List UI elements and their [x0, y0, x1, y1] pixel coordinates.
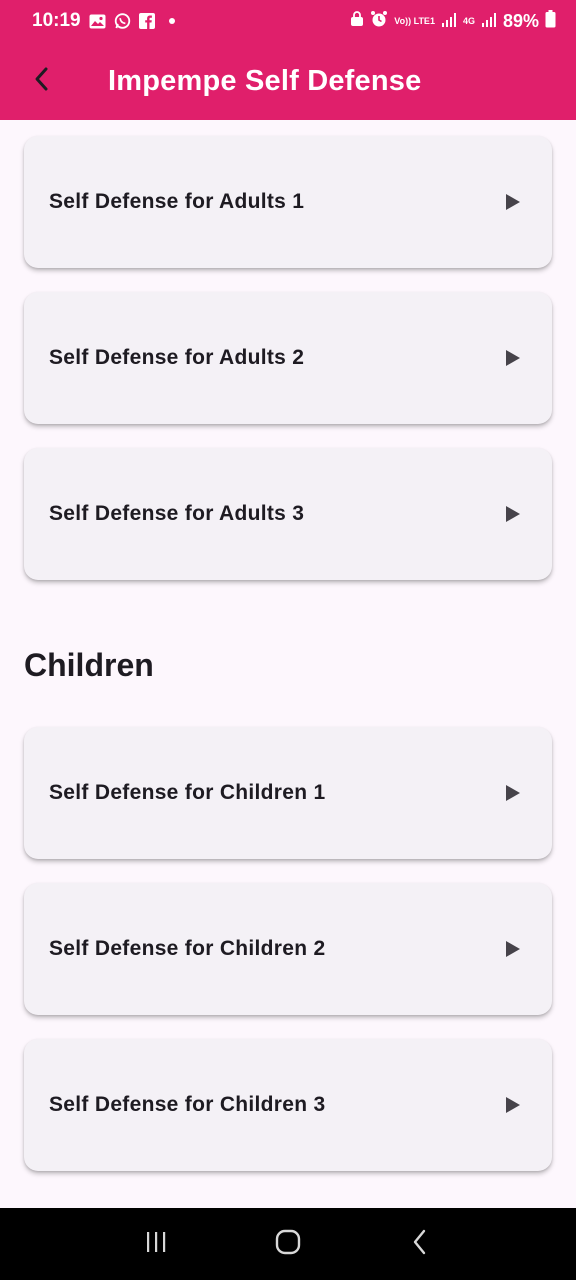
home-button[interactable] [258, 1214, 318, 1274]
battery-icon [545, 9, 556, 33]
battery-percentage: 89% [502, 10, 539, 31]
volte-label: Vo)) LTE1 [394, 15, 435, 26]
status-left: 10:19 [32, 10, 181, 32]
status-bar: 10:19 Vo)) LTE1 4G 89% [0, 0, 576, 42]
list-item[interactable]: Self Defense for Adults 2 [24, 292, 552, 424]
back-button[interactable] [0, 42, 84, 120]
status-right: Vo)) LTE1 4G 89% [350, 9, 556, 33]
list-item-label: Self Defense for Children 1 [49, 781, 326, 804]
list-item-label: Self Defense for Children 2 [49, 937, 326, 960]
back-icon [411, 1228, 429, 1261]
dot-icon [164, 13, 181, 30]
alarm-icon [370, 10, 388, 33]
status-time: 10:19 [32, 10, 81, 31]
section-heading-children: Children [24, 647, 154, 683]
play-icon [504, 193, 522, 211]
list-item[interactable]: Self Defense for Adults 1 [24, 136, 552, 268]
list-item-label: Self Defense for Adults 1 [49, 190, 305, 213]
facebook-icon [139, 13, 156, 30]
recent-apps-icon [144, 1230, 168, 1259]
whatsapp-icon [114, 13, 131, 30]
list-item[interactable]: Self Defense for Children 1 [24, 727, 552, 859]
signal-icon [441, 11, 457, 32]
network-type-label: 4G [462, 15, 475, 26]
list-item-label: Self Defense for Adults 3 [49, 502, 305, 525]
content-list[interactable]: Self Defense for Adults 1 Self Defense f… [0, 120, 576, 1208]
app-bar: Impempe Self Defense [0, 42, 576, 120]
page-title: Impempe Self Defense [108, 64, 422, 97]
list-item-label: Self Defense for Adults 2 [49, 346, 305, 369]
back-arrow-icon [32, 65, 52, 98]
recent-apps-button[interactable] [126, 1214, 186, 1274]
list-item-label: Self Defense for Children 3 [49, 1093, 326, 1116]
play-icon [504, 940, 522, 958]
list-item[interactable]: Self Defense for Adults 3 [24, 448, 552, 580]
home-icon [275, 1229, 301, 1260]
play-icon [504, 349, 522, 367]
list-item[interactable]: Self Defense for Children 3 [24, 1039, 552, 1171]
play-icon [504, 1096, 522, 1114]
signal-icon [481, 11, 497, 32]
play-icon [504, 505, 522, 523]
list-item[interactable]: Self Defense for Children 2 [24, 883, 552, 1015]
system-back-button[interactable] [390, 1214, 450, 1274]
lock-icon [350, 10, 364, 32]
gallery-icon [89, 13, 106, 30]
system-nav-bar [0, 1208, 576, 1280]
play-icon [504, 784, 522, 802]
